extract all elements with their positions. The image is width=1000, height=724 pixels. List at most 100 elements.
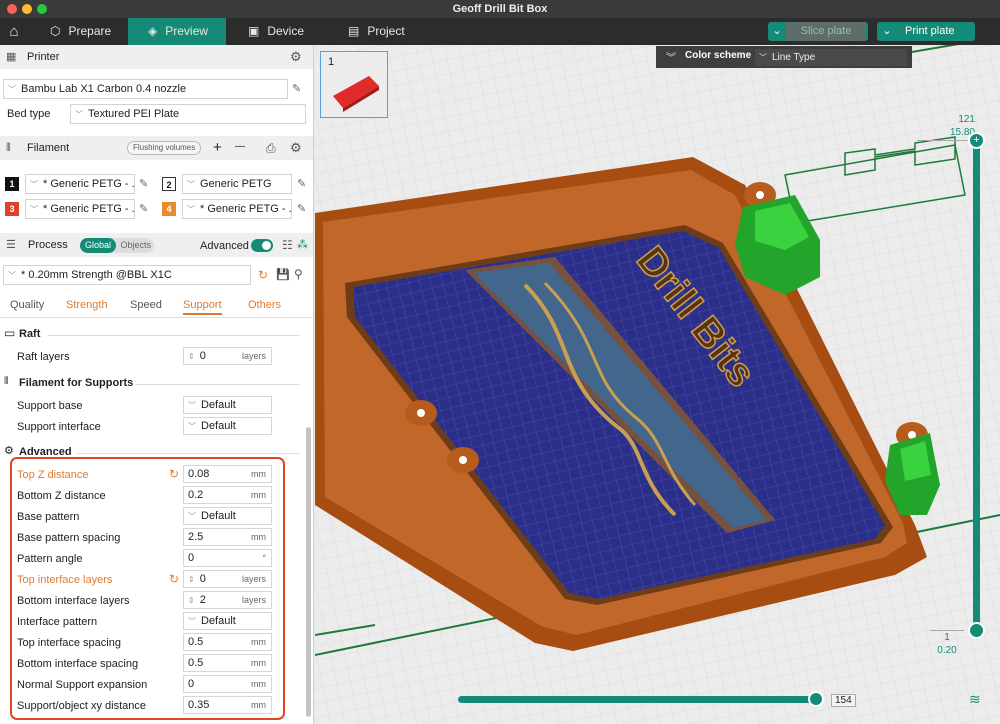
bed-type-label: Bed type <box>7 108 51 120</box>
slice-plate-button[interactable]: ⌄ Slice plate <box>768 22 868 41</box>
zoom-window-button[interactable] <box>37 4 47 14</box>
add-filament-button[interactable]: + <box>213 139 222 156</box>
title-bar: Geoff Drill Bit Box <box>0 0 1000 18</box>
top-interface-reset-icon[interactable]: ↻ <box>169 572 179 586</box>
filament-4-swatch[interactable]: 4 <box>162 202 176 216</box>
print-plate-button[interactable]: ⌄ Print plate <box>877 22 975 41</box>
filament-1-edit-icon[interactable]: ✎ <box>139 177 148 190</box>
normal-support-expansion-input[interactable]: 0 mm <box>183 675 272 693</box>
raft-layers-label: Raft layers <box>17 351 70 363</box>
filament-3-edit-icon[interactable]: ✎ <box>139 202 148 215</box>
support-interface-select[interactable]: Default <box>183 417 272 435</box>
base-pattern-label: Base pattern <box>17 511 80 523</box>
top-z-distance-label: Top Z distance <box>17 469 89 481</box>
global-toggle-option[interactable]: Global <box>80 238 117 253</box>
support-object-xy-distance-input[interactable]: 0.35 mm <box>183 696 272 714</box>
filament-3-swatch[interactable]: 3 <box>5 202 19 216</box>
base-pattern-select[interactable]: Default <box>183 507 272 525</box>
filament-settings-gear-icon[interactable]: ⚙ <box>290 140 302 156</box>
pattern-angle-label: Pattern angle <box>17 553 83 565</box>
home-button[interactable]: ⌂ <box>0 18 28 45</box>
objects-toggle-option[interactable]: Objects <box>119 240 152 250</box>
compare-presets-icon[interactable]: ☷ <box>282 238 293 252</box>
printer-settings-gear-icon[interactable]: ⚙ <box>290 45 302 69</box>
tab-prepare[interactable]: ⬡ Prepare <box>30 18 128 45</box>
top-interface-spacing-input[interactable]: 0.5 mm <box>183 633 272 651</box>
filament-3-select[interactable]: * Generic PETG - ... <box>25 199 135 219</box>
global-objects-toggle[interactable]: Global Objects <box>80 238 154 253</box>
filament-4-select[interactable]: * Generic PETG - ... <box>182 199 292 219</box>
layers-icon: ◈ <box>148 24 158 38</box>
interface-pattern-label: Interface pattern <box>17 616 98 628</box>
cube-icon: ⬡ <box>50 24 61 38</box>
chevron-down-icon: ﹀ <box>759 53 767 62</box>
tab-strength[interactable]: Strength <box>66 299 108 311</box>
move-slider-readout: 154 <box>831 694 856 707</box>
raft-divider <box>48 335 300 336</box>
close-window-button[interactable] <box>7 4 17 14</box>
top-z-distance-input[interactable]: 0.08 mm <box>183 465 272 483</box>
printer-icon: ▦ <box>6 51 17 63</box>
tab-project[interactable]: ▤ Project <box>328 18 426 45</box>
filament-2-select[interactable]: Generic PETG <box>182 174 292 194</box>
process-tree-icon[interactable]: ⁂ <box>297 238 308 251</box>
tab-support[interactable]: Support <box>183 299 222 315</box>
advanced-switch[interactable] <box>251 239 273 252</box>
remove-filament-button[interactable]: — <box>235 141 245 152</box>
save-preset-icon[interactable]: 💾 <box>276 268 290 281</box>
plate-thumbnail[interactable]: 1 <box>320 51 388 118</box>
tab-device[interactable]: ▣ Device <box>228 18 326 45</box>
layer-slider-top-handle[interactable]: + <box>968 132 985 149</box>
filament-supports-divider <box>136 384 300 385</box>
filament-sync-icon[interactable]: ⎙ <box>266 141 276 156</box>
tab-preview[interactable]: ◈ Preview <box>128 18 226 45</box>
process-icon: ☰ <box>6 239 16 251</box>
device-icon: ▣ <box>248 24 260 38</box>
bottom-interface-spacing-input[interactable]: 0.5 mm <box>183 654 272 672</box>
layers-toggle-icon[interactable]: ≋ <box>969 691 981 708</box>
filament-2-swatch[interactable]: 2 <box>162 177 176 191</box>
tab-speed[interactable]: Speed <box>130 299 162 311</box>
bed-type-select[interactable]: Textured PEI Plate <box>70 104 306 124</box>
print-dropdown-icon[interactable]: ⌄ <box>877 22 897 41</box>
bottom-z-distance-input[interactable]: 0.2 mm <box>183 486 272 504</box>
plate-thumbnail-image <box>333 76 379 112</box>
color-scheme-label: Color scheme <box>685 50 752 61</box>
collapse-icon[interactable]: ︾ <box>666 49 676 64</box>
layer-slider-bottom-handle[interactable] <box>968 622 985 639</box>
slice-dropdown-icon[interactable]: ⌄ <box>768 22 786 41</box>
minimize-window-button[interactable] <box>22 4 32 14</box>
move-slider-track[interactable] <box>458 696 820 703</box>
search-settings-icon[interactable]: ⚲ <box>294 267 303 281</box>
tab-quality[interactable]: Quality <box>10 299 44 311</box>
color-scheme-select[interactable]: ﹀ Line Type <box>755 49 907 66</box>
filament-1-swatch[interactable]: 1 <box>5 177 19 191</box>
window-title: Geoff Drill Bit Box <box>452 3 548 15</box>
filament-4-edit-icon[interactable]: ✎ <box>297 202 306 215</box>
reset-preset-icon[interactable]: ↻ <box>258 268 268 282</box>
top-z-reset-icon[interactable]: ↻ <box>169 467 179 481</box>
printer-edit-icon[interactable]: ✎ <box>292 82 301 95</box>
interface-pattern-select[interactable]: Default <box>183 612 272 630</box>
raft-layers-stepper[interactable]: ⇕ 0 layers <box>183 347 272 365</box>
pattern-angle-input[interactable]: 0 ° <box>183 549 272 567</box>
support-base-label: Support base <box>17 400 83 412</box>
support-base-select[interactable]: Default <box>183 396 272 414</box>
main-toolbar: ⌂ ⬡ Prepare ◈ Preview ▣ Device ▤ Project ⌄ Sl… <box>0 18 1000 45</box>
process-preset-select[interactable]: * 0.20mm Strength @BBL X1C <box>3 265 251 285</box>
filament-icon: ⦀ <box>6 142 11 154</box>
filament-1-select[interactable]: * Generic PETG - ... <box>25 174 135 194</box>
flushing-volumes-button[interactable]: Flushing volumes <box>127 141 202 155</box>
layer-slider-bottom-readout: 1 0.20 <box>930 630 964 657</box>
normal-support-expansion-label: Normal Support expansion <box>17 679 148 691</box>
layer-slider-track[interactable] <box>973 139 980 629</box>
tab-others[interactable]: Others <box>248 299 281 311</box>
move-slider-handle[interactable] <box>808 691 824 707</box>
top-interface-layers-stepper[interactable]: ⇕ 0 layers <box>183 570 272 588</box>
filament-2-edit-icon[interactable]: ✎ <box>297 177 306 190</box>
3d-preview-viewport[interactable]: Drill Bits 1 ︾ Color scheme ﹀ Line Type 1… <box>315 45 1000 724</box>
bottom-interface-layers-stepper[interactable]: ⇕ 2 layers <box>183 591 272 609</box>
base-pattern-spacing-input[interactable]: 2.5 mm <box>183 528 272 546</box>
printer-select[interactable]: Bambu Lab X1 Carbon 0.4 nozzle <box>3 79 288 99</box>
settings-scrollbar[interactable] <box>306 427 311 717</box>
